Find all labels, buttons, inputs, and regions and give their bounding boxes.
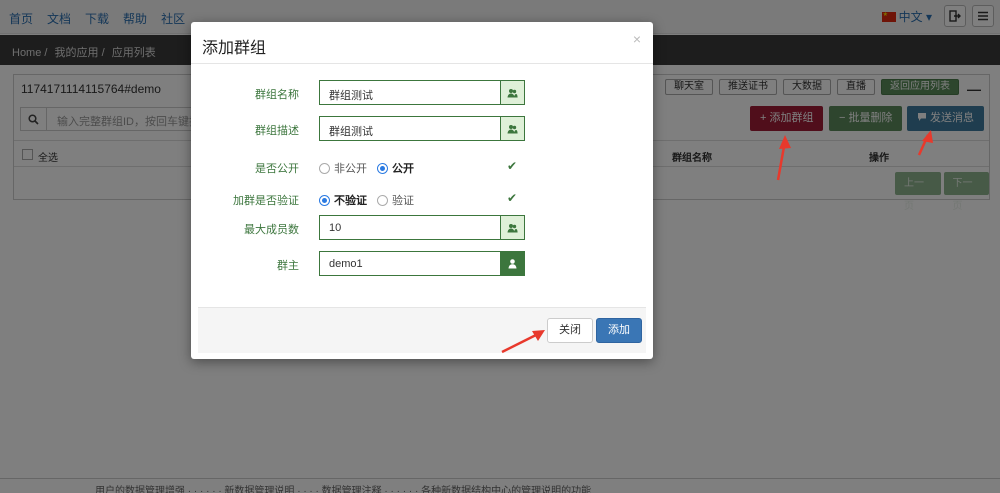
modal-header: 添加群组 × <box>191 22 653 64</box>
add-group-modal: 添加群组 × 群组名称 群组测试 群组描述 群组测试 是否公开 非公开 公开 ✔… <box>191 22 653 359</box>
max-members-label: 最大成员数 <box>244 224 299 236</box>
modal-footer: 关闭 添加 <box>198 307 646 353</box>
check-icon: ✔ <box>507 191 518 205</box>
is-public-row: 是否公开 非公开 公开 ✔ <box>191 154 653 180</box>
group-name-value: 群组测试 <box>329 90 373 102</box>
group-desc-row: 群组描述 群组测试 <box>191 116 653 142</box>
radio-public-label: 公开 <box>392 163 414 175</box>
need-verify-label: 加群是否验证 <box>233 195 299 207</box>
radio-public[interactable]: 公开 <box>377 160 414 176</box>
radio-verify-dot[interactable] <box>377 194 388 206</box>
close-icon[interactable]: × <box>633 31 641 47</box>
max-members-row: 最大成员数 10 <box>191 215 653 241</box>
owner-label: 群主 <box>277 260 299 272</box>
radio-verify-label: 验证 <box>392 195 414 207</box>
group-name-label: 群组名称 <box>255 89 299 101</box>
need-verify-row: 加群是否验证 不验证 验证 ✔ <box>191 186 653 212</box>
group-icon <box>500 117 524 140</box>
group-name-field[interactable]: 群组测试 <box>319 80 525 105</box>
radio-private-dot[interactable] <box>319 162 330 174</box>
max-members-field[interactable]: 10 <box>319 215 525 240</box>
close-button[interactable]: 关闭 <box>547 318 593 343</box>
radio-no-verify-dot[interactable] <box>319 194 330 206</box>
is-public-label: 是否公开 <box>255 163 299 175</box>
check-icon: ✔ <box>507 159 518 173</box>
radio-private[interactable]: 非公开 <box>319 160 367 176</box>
owner-field[interactable]: demo1 <box>319 251 525 276</box>
group-desc-label: 群组描述 <box>255 125 299 137</box>
group-name-row: 群组名称 群组测试 <box>191 80 653 106</box>
group-desc-field[interactable]: 群组测试 <box>319 116 525 141</box>
group-icon <box>500 216 524 239</box>
radio-public-dot[interactable] <box>377 162 388 174</box>
radio-no-verify[interactable]: 不验证 <box>319 192 367 208</box>
user-icon <box>500 252 524 275</box>
max-members-value: 10 <box>329 222 342 234</box>
group-desc-value: 群组测试 <box>329 126 373 138</box>
add-button[interactable]: 添加 <box>596 318 642 343</box>
radio-no-verify-label: 不验证 <box>334 195 367 207</box>
radio-verify[interactable]: 验证 <box>377 192 414 208</box>
owner-value: demo1 <box>329 258 363 270</box>
modal-title: 添加群组 <box>202 40 267 57</box>
group-icon <box>500 81 524 104</box>
owner-row: 群主 demo1 <box>191 251 653 277</box>
radio-private-label: 非公开 <box>334 163 367 175</box>
